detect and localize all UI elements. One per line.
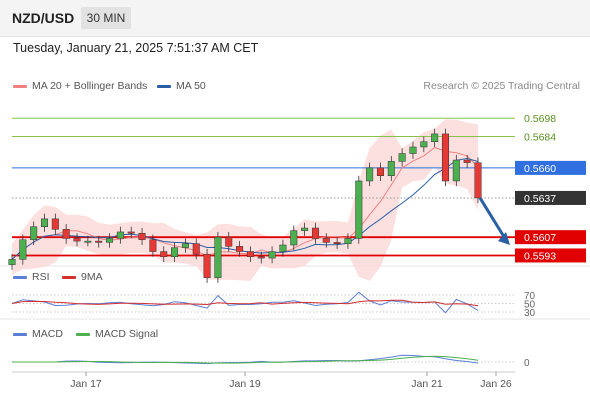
x-tick-label: Jan 21 xyxy=(411,378,443,390)
level-label-text: 0.5607 xyxy=(524,232,556,244)
candle-body xyxy=(376,167,384,176)
level-label: 0.5660 xyxy=(515,160,586,175)
candle-body xyxy=(160,251,168,258)
candle-body xyxy=(138,232,146,241)
candle-body xyxy=(106,238,114,243)
candle-body xyxy=(452,159,460,182)
level-label-text: 0.5684 xyxy=(524,132,556,144)
candle-body xyxy=(181,243,189,248)
price-chart[interactable]: 0.56980.56840.56600.56370.56070.55937050… xyxy=(0,0,590,400)
macd-line xyxy=(12,354,479,365)
forecast-arrow-shaft xyxy=(478,197,508,241)
candle-body xyxy=(344,238,352,244)
candle-body xyxy=(409,146,417,154)
x-tick-label: Jan 19 xyxy=(229,378,261,390)
level-label-text: 0.5637 xyxy=(524,193,556,205)
candle-body xyxy=(214,236,222,278)
candle-body xyxy=(246,251,254,258)
candle-body xyxy=(268,251,276,259)
candle-body xyxy=(279,244,287,252)
rsi-tick-label: 30 xyxy=(524,308,536,319)
level-label-text: 0.5660 xyxy=(524,163,556,175)
x-tick-label: Jan 26 xyxy=(480,378,512,390)
candle-body xyxy=(171,247,179,258)
candle-body xyxy=(290,230,298,246)
candle-body xyxy=(441,133,449,182)
candle-body xyxy=(73,238,81,242)
level-label: 0.5698 xyxy=(524,113,556,125)
candle-body xyxy=(322,238,330,243)
candle-body xyxy=(19,239,27,260)
candle-body xyxy=(8,259,16,265)
level-label: 0.5684 xyxy=(524,132,556,144)
candle-body xyxy=(95,240,103,243)
candle-body xyxy=(463,159,471,163)
candle-body xyxy=(236,246,244,252)
candle-body xyxy=(149,239,157,252)
candle-body xyxy=(192,243,200,255)
candle-body xyxy=(30,226,38,241)
candle-body xyxy=(311,227,319,239)
candle-body xyxy=(257,256,265,259)
level-label: 0.5637 xyxy=(515,190,586,205)
candle-body xyxy=(62,229,70,239)
macd-tick-label: 0 xyxy=(524,358,530,369)
level-label-text: 0.5593 xyxy=(524,250,556,262)
rsi-line xyxy=(11,291,479,314)
level-label-text: 0.5698 xyxy=(524,113,556,125)
candle-body xyxy=(41,218,49,227)
level-label: 0.5593 xyxy=(515,248,586,263)
candle-body xyxy=(474,162,482,199)
candle-body xyxy=(203,253,211,278)
candle-body xyxy=(431,133,439,142)
candle-body xyxy=(116,231,124,239)
candle-body xyxy=(420,141,428,148)
candle-body xyxy=(84,240,92,243)
level-label: 0.5607 xyxy=(515,230,586,245)
candle-body xyxy=(355,180,363,239)
candle-body xyxy=(301,227,309,231)
x-tick-label: Jan 17 xyxy=(70,378,102,390)
candle-body xyxy=(51,218,59,230)
candle-body xyxy=(225,236,233,247)
candle-body xyxy=(333,242,341,244)
candle-body xyxy=(127,231,135,234)
bollinger-band xyxy=(12,119,478,281)
candle-body xyxy=(398,153,406,162)
candle-body xyxy=(387,161,395,176)
candle-body xyxy=(366,167,374,182)
